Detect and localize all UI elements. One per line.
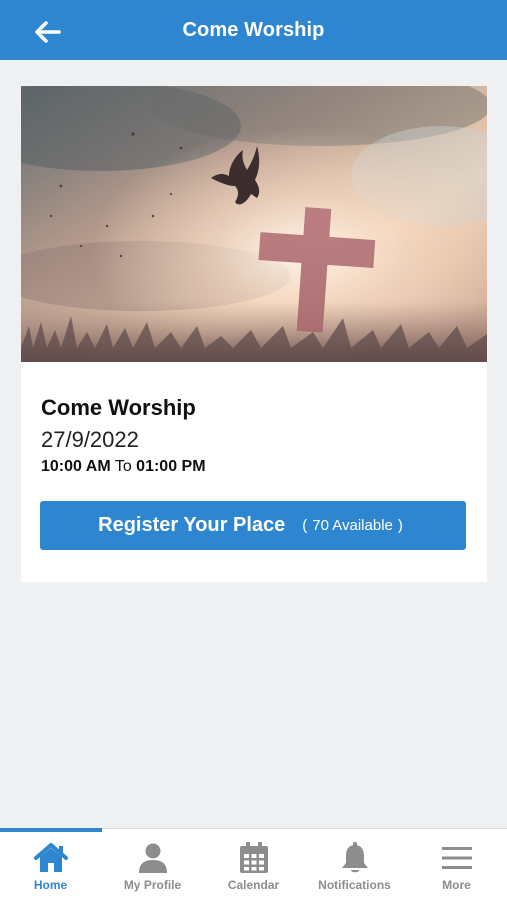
event-end-time: 01:00 PM xyxy=(136,458,206,475)
calendar-icon xyxy=(239,842,268,873)
home-icon xyxy=(33,843,68,872)
bottom-nav: Home My Profile Calendar Notifications M… xyxy=(0,828,507,901)
nav-item-more[interactable]: More xyxy=(406,829,507,901)
user-icon xyxy=(138,843,167,873)
availability-text: 70 Available xyxy=(312,517,393,534)
event-image xyxy=(21,86,487,362)
nav-item-notifications[interactable]: Notifications xyxy=(304,829,405,901)
app-header: Come Worship xyxy=(0,0,507,60)
register-button[interactable]: Register Your Place (70 Available) xyxy=(40,501,466,550)
nav-label-my-profile: My Profile xyxy=(123,878,182,892)
register-button-label: Register Your Place xyxy=(98,514,286,536)
bell-icon xyxy=(341,842,368,873)
nav-item-home[interactable]: Home xyxy=(0,829,101,901)
nav-item-calendar[interactable]: Calendar xyxy=(203,829,304,901)
nav-label-calendar: Calendar xyxy=(227,878,280,892)
event-date: 27/9/2022 xyxy=(41,427,139,452)
nav-item-my-profile[interactable]: My Profile xyxy=(102,829,203,901)
event-start-time: 10:00 AM xyxy=(41,458,111,475)
event-time-separator: To xyxy=(114,458,132,475)
menu-icon xyxy=(441,847,472,869)
availability-close-paren: ) xyxy=(397,517,403,534)
nav-label-home: Home xyxy=(33,878,68,892)
event-title: Come Worship xyxy=(41,395,196,420)
availability-count: (70 Available) xyxy=(297,517,408,534)
nav-label-notifications: Notifications xyxy=(318,878,391,892)
event-time: 10:00 AM To 01:00 PM xyxy=(41,458,206,476)
page-title: Come Worship xyxy=(182,19,325,41)
event-card: Come Worship 27/9/2022 10:00 AM To 01:00… xyxy=(21,86,487,582)
nav-label-more: More xyxy=(442,878,471,892)
availability-open-paren: ( xyxy=(302,517,308,534)
